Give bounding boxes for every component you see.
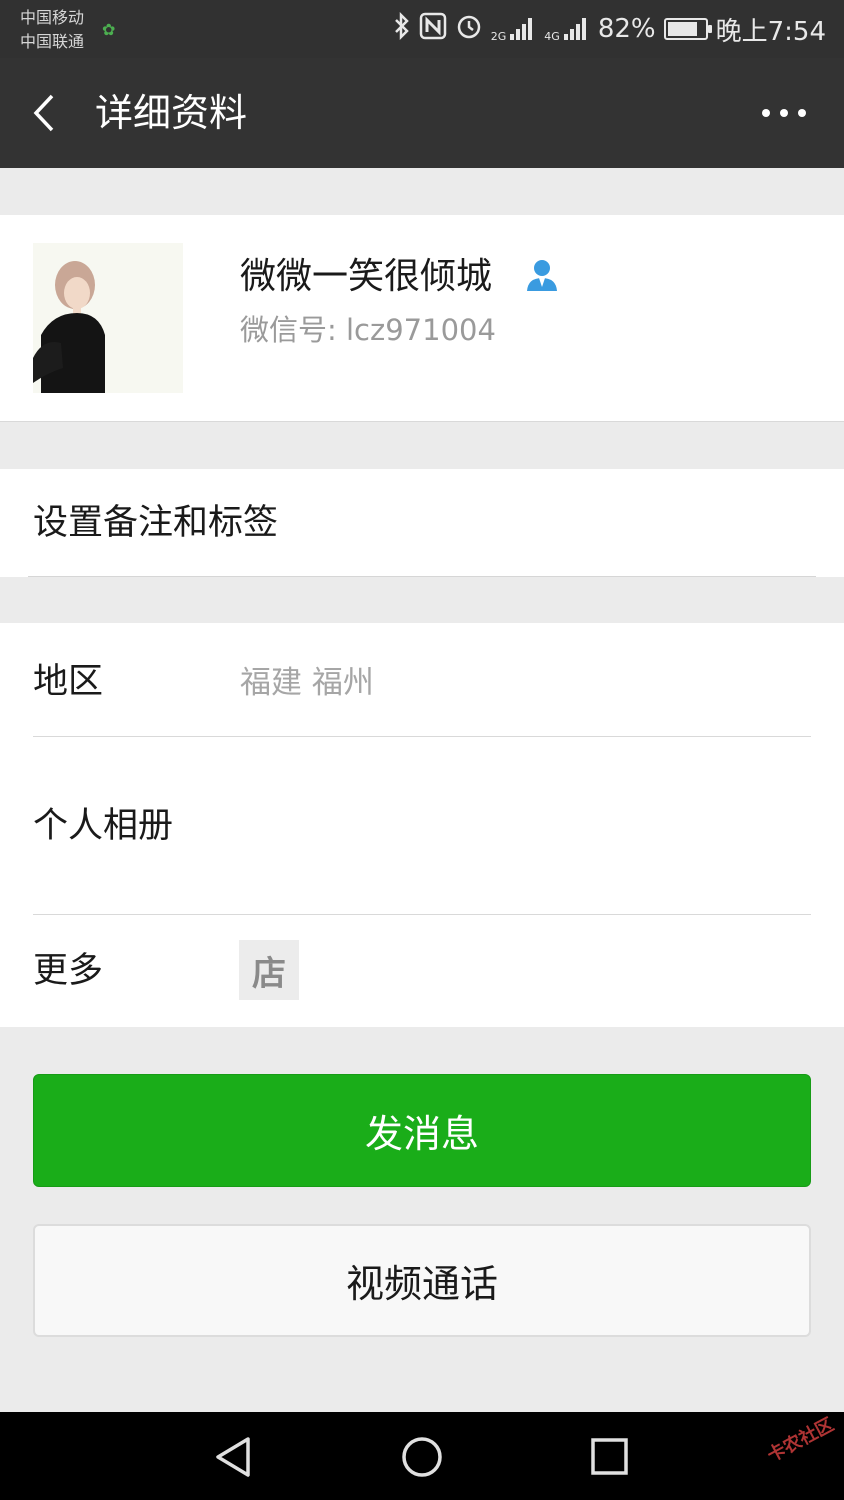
remarks-label: 设置备注和标签 xyxy=(33,503,279,543)
page-title: 详细资料 xyxy=(95,91,248,135)
shop-icon[interactable]: 店 xyxy=(239,940,299,1000)
back-triangle-icon[interactable] xyxy=(210,1432,260,1482)
home-circle-icon[interactable] xyxy=(397,1432,447,1482)
more-row[interactable]: 更多 xyxy=(0,915,844,1027)
battery-fill xyxy=(667,22,698,36)
battery-icon xyxy=(663,18,712,40)
profile-card: 微微一笑很倾城 微信号: lcz971004 xyxy=(0,215,844,422)
region-label: 地区 xyxy=(33,662,104,702)
clock: 晚上7:54 xyxy=(715,16,826,47)
recents-square-icon[interactable] xyxy=(585,1432,635,1482)
set-remarks-and-tags[interactable]: 设置备注和标签 xyxy=(0,469,844,577)
watermark: 卡农社区 xyxy=(763,1414,838,1467)
nfc-icon xyxy=(419,12,447,46)
signal-2g-icon: 2G xyxy=(491,16,537,42)
battery-percent: 82% xyxy=(597,14,656,44)
personal-album-row[interactable]: 个人相册 xyxy=(0,737,844,914)
bluetooth-icon xyxy=(393,11,411,46)
region-row: 地区 福建 福州 xyxy=(0,623,844,736)
nav-bar: 详细资料 xyxy=(0,58,844,168)
carrier-1: 中国移动 xyxy=(20,8,85,27)
send-message-button[interactable]: 发消息 xyxy=(33,1074,811,1187)
divider xyxy=(28,576,816,577)
avatar[interactable] xyxy=(33,243,183,393)
leaf-icon: ✿ xyxy=(102,20,116,39)
region-value: 福建 福州 xyxy=(240,665,374,701)
status-bar: 中国移动 中国联通 ✿ 2G 4G 82% 晚上7:54 xyxy=(0,0,844,58)
more-options-icon[interactable] xyxy=(754,96,814,130)
video-call-button[interactable]: 视频通话 xyxy=(33,1224,811,1337)
album-label: 个人相册 xyxy=(33,806,174,846)
info-list: 地区 福建 福州 个人相册 更多 店 xyxy=(0,623,844,1027)
signal-4g-icon: 4G xyxy=(544,16,590,42)
person-icon xyxy=(524,257,560,293)
carrier-names: 中国移动 中国联通 xyxy=(20,6,84,54)
back-arrow-icon[interactable] xyxy=(28,88,68,138)
alarm-icon xyxy=(455,12,483,46)
more-label: 更多 xyxy=(33,951,104,991)
nickname: 微微一笑很倾城 xyxy=(240,256,493,297)
wechat-id: 微信号: lcz971004 xyxy=(240,313,496,347)
system-nav-bar: 卡农社区 xyxy=(0,1412,844,1500)
status-icons: 2G 4G 82% 晚上7:54 xyxy=(393,10,826,48)
carrier-2: 中国联通 xyxy=(20,32,85,51)
